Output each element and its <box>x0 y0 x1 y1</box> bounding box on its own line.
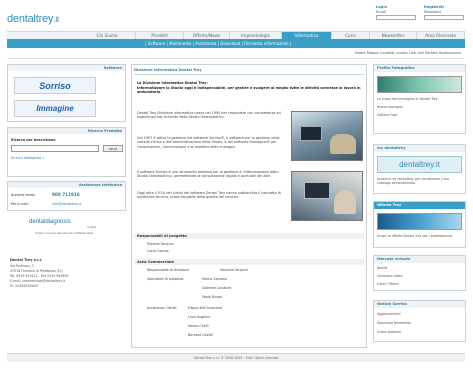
login-title: Login <box>376 5 388 9</box>
page: dentaltrey.it Login Registrati Email Pas… <box>0 0 473 380</box>
search-title: Ricerca Prodotto <box>8 128 125 134</box>
main-tabs: Chi Siamo Prodotti Offerte/News Implanto… <box>7 31 465 40</box>
staff-name: Filippo Dell'Innocenti <box>188 306 223 310</box>
software-title: Software <box>8 65 125 71</box>
diagnosis-text: Scopri il nuovo servizio per professioni… <box>35 231 93 235</box>
search-input[interactable] <box>11 145 99 152</box>
offers-text: Scopri le offerte Dental Trey per i prof… <box>377 234 453 238</box>
sorriso-logo-text: Sorriso <box>39 81 71 91</box>
virtual-market-box: Mercato virtuale Novità Occasioni Usato … <box>373 255 466 291</box>
subnav-links[interactable]: | Software | Multimedia | Assistenza | D… <box>145 39 291 48</box>
register-link[interactable]: Registrati <box>424 5 444 9</box>
breadcrumb: Divisione Informatica Dental Trey <box>134 68 202 72</box>
assist-label-email: Per e-mail: <box>11 202 29 206</box>
photo-profile-banner[interactable] <box>377 76 462 93</box>
company-info: Dental Trey s.r.l. Via Partisani, 3 4701… <box>7 256 126 293</box>
login-panel: Login Registrati Email Password <box>376 5 468 29</box>
username-input[interactable] <box>376 15 416 20</box>
password-input[interactable] <box>424 15 464 20</box>
staff-name: Luca Angelini <box>188 315 211 319</box>
company-line: Tel. 0543 929111 - Fax 0543 940659 <box>10 274 69 278</box>
divider <box>134 74 364 75</box>
right-link[interactable]: Occasioni Usato <box>377 274 403 278</box>
utility-links[interactable]: Home Mappa Contatti Lavora Link utili Po… <box>355 48 461 59</box>
utility-navigation: Home Mappa Contatti Lavora Link utili Po… <box>7 48 465 59</box>
sorriso-logo[interactable]: Sorriso <box>14 77 96 94</box>
search-label: Ricerca per descrizione <box>11 138 56 142</box>
role-label: Specialisti di prodotto: <box>147 277 185 281</box>
site-logo[interactable]: dentaltrey.it <box>7 13 59 27</box>
username-label: Email <box>376 10 386 14</box>
assist-email[interactable]: info@dentaltrey.it <box>52 202 81 206</box>
staff-name: Mauro Cirelli <box>188 324 209 328</box>
staff-name: Gabriele Cavalieri <box>202 286 232 290</box>
content-intro: Informatizzare lo Studio oggi è indispen… <box>137 86 361 95</box>
staff-name: Michele Tarquini <box>147 242 174 246</box>
sorriso-news-box: Notizie Sorriso Aggiornamenti Download N… <box>373 300 466 342</box>
photo-profile-title: Profilo Fotografico <box>374 65 465 72</box>
offers-title: Offerte Trey <box>374 202 465 209</box>
paragraph: Dal 1997 è attiva la gestione del softwa… <box>137 136 280 149</box>
search-button[interactable]: cerca <box>103 145 123 152</box>
workstation-photo <box>291 171 363 221</box>
content-heading: La Divisione Informatica Dental Trey: <box>137 81 208 85</box>
staff-name: Marco Cassano <box>202 277 227 281</box>
assist-phone: 800 711910 <box>52 192 80 197</box>
immagine-logo-text: Immagine <box>36 104 74 113</box>
password-label: Password <box>424 10 441 14</box>
right-link[interactable]: Guida software <box>377 330 401 334</box>
right-link[interactable]: Lo scopo dell'immagine in Dental Trey <box>377 97 438 101</box>
company-line: Via Partisani, 3 <box>10 264 34 268</box>
staff-name: Barbara Cavalli <box>188 333 214 337</box>
my-dentaltrey-title: my dentaltrey <box>374 145 465 152</box>
right-link[interactable]: Listini Offerte <box>377 282 399 286</box>
offers-banner[interactable] <box>377 213 462 230</box>
staff-name: Paolo Ruspa <box>202 295 222 299</box>
company-line: E-mail: commerciale@dentaltrey.it <box>10 279 65 283</box>
right-link[interactable]: Novità <box>377 266 387 270</box>
main-content: Divisione Informatica Dental Trey La Div… <box>131 64 367 348</box>
assistance-title: Assistenza telefonica <box>8 182 125 188</box>
company-line: P.I. 00484590409 <box>10 284 38 288</box>
logo-suffix: .it <box>53 15 59 24</box>
commercial-section-header: Area Commerciale <box>134 259 364 265</box>
office-photo <box>291 111 363 161</box>
right-link[interactable]: Aggiornamenti <box>377 312 401 316</box>
paragraph: Oggi oltre il 51% dei clienti del softwa… <box>137 191 282 200</box>
sub-navigation: | Software | Multimedia | Assistenza | D… <box>7 39 465 48</box>
virtual-market-title: Mercato virtuale <box>374 256 465 263</box>
diagnosis-banner[interactable]: dentaldiagnosis online Scopri il nuovo s… <box>7 215 126 249</box>
right-link[interactable]: Galleria Foto <box>377 113 397 117</box>
role-label: Responsabile di divisione: <box>147 268 190 272</box>
paragraph: Il software Sorriso è uno strumento prez… <box>137 170 279 179</box>
offers-box: Offerte Trey Scopri le offerte Dental Tr… <box>373 201 466 248</box>
my-dentaltrey-box: my dentaltrey dentaltrey.it Accedi a my … <box>373 144 466 194</box>
advanced-search-link[interactable]: Ricerca dettagliata » <box>11 156 44 160</box>
right-link[interactable]: Nuove immagini <box>377 105 403 109</box>
immagine-logo[interactable]: Immagine <box>14 100 96 117</box>
diagnosis-logo: dentaldiagnosis <box>29 219 71 225</box>
assist-label-phone: Numero verde: <box>11 193 36 197</box>
staff-section-header: Responsabili di progetto <box>134 233 364 239</box>
photo-profile-box: Profilo Fotografico Lo scopo dell'immagi… <box>373 64 466 134</box>
logo-text: dentaltrey <box>7 13 54 25</box>
my-dentaltrey-text: Accedi a my dentaltrey per visualizzare … <box>377 177 449 185</box>
paragraph: Dental Trey Divisione Informatica nasce … <box>137 111 281 120</box>
staff-name: Lucio Ciaccia <box>147 249 169 253</box>
right-link[interactable]: Download Newsletter <box>377 321 411 325</box>
search-box: Ricerca Prodotto Ricerca per descrizione… <box>7 127 126 177</box>
footer: Dental Trey s.r.l. © 2006-2009 - Tutti i… <box>7 353 465 362</box>
staff-name: Maurizio Tarquini <box>220 268 248 272</box>
sorriso-news-title: Notizie Sorriso <box>374 301 465 308</box>
company-name: Dental Trey s.r.l. <box>10 258 43 262</box>
dentaltrey-banner[interactable]: dentaltrey.it <box>377 156 462 173</box>
software-box: Software Sorriso Immagine <box>7 64 126 122</box>
assistance-box: Assistenza telefonica Numero verde: 800 … <box>7 181 126 211</box>
company-line: 47016 Fiumana di Predappio (FC) <box>10 269 64 273</box>
role-label: Assistenza Clienti: <box>147 306 178 310</box>
diagnosis-sub: online <box>87 225 97 229</box>
